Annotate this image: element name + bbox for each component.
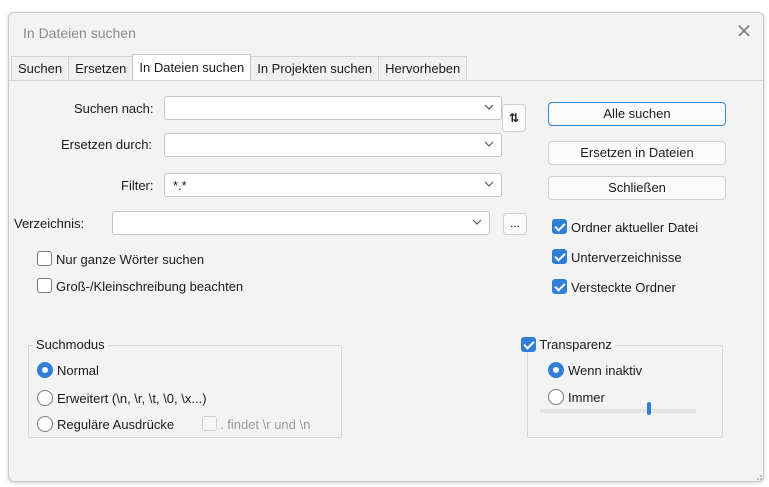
- chevron-down-icon[interactable]: [483, 101, 495, 113]
- tab-divider: [9, 80, 763, 81]
- swap-arrows-icon: ⇅: [508, 111, 520, 125]
- tab-bar: Suchen Ersetzen In Dateien suchen In Pro…: [11, 54, 468, 80]
- radio-when-inactive-label: Wenn inaktiv: [568, 363, 643, 378]
- find-label: Suchen nach:: [74, 101, 154, 116]
- window-title: In Dateien suchen: [23, 25, 136, 41]
- transparency-checkbox[interactable]: [521, 337, 536, 352]
- radio-when-inactive[interactable]: [548, 362, 564, 378]
- filter-combobox[interactable]: *.*: [164, 173, 502, 197]
- radio-normal[interactable]: [37, 362, 53, 378]
- hidden-folders-label: Versteckte Ordner: [571, 280, 676, 295]
- close-button[interactable]: Schließen: [548, 176, 726, 200]
- swap-button[interactable]: ⇅: [502, 104, 526, 132]
- current-folder-label: Ordner aktueller Datei: [571, 220, 699, 235]
- tab-suchen[interactable]: Suchen: [11, 56, 70, 80]
- directory-label: Verzeichnis:: [14, 216, 85, 231]
- transparency-title: Transparenz: [539, 337, 612, 352]
- tab-in-projekten-suchen[interactable]: In Projekten suchen: [250, 56, 380, 80]
- replace-combobox[interactable]: [164, 133, 502, 157]
- find-combobox[interactable]: [164, 96, 502, 120]
- dot-newline-label: . findet \r und \n: [220, 417, 311, 432]
- transparency-slider-track[interactable]: [540, 409, 696, 413]
- resize-grip-icon[interactable]: [755, 473, 763, 481]
- replace-in-files-button[interactable]: Ersetzen in Dateien: [548, 141, 726, 165]
- whole-words-label: Nur ganze Wörter suchen: [56, 252, 205, 267]
- current-folder-checkbox[interactable]: [552, 219, 567, 234]
- tab-hervorheben[interactable]: Hervorheben: [378, 56, 468, 80]
- tab-ersetzen[interactable]: Ersetzen: [68, 56, 134, 80]
- radio-always[interactable]: [548, 389, 564, 405]
- directory-combobox[interactable]: [112, 211, 490, 235]
- radio-extended[interactable]: [37, 390, 53, 406]
- radio-normal-label: Normal: [57, 363, 99, 378]
- match-case-checkbox[interactable]: [37, 278, 52, 293]
- dot-newline-checkbox[interactable]: [202, 416, 217, 431]
- chevron-down-icon[interactable]: [471, 216, 483, 228]
- search-mode-title: Suchmodus: [33, 337, 108, 352]
- tab-in-dateien-suchen[interactable]: In Dateien suchen: [132, 54, 252, 80]
- filter-value: *.*: [173, 178, 187, 193]
- radio-regex[interactable]: [37, 416, 53, 432]
- close-icon[interactable]: ✕: [733, 21, 755, 43]
- transparency-slider-thumb[interactable]: [647, 402, 652, 415]
- find-all-button[interactable]: Alle suchen: [548, 102, 726, 126]
- subfolders-label: Unterverzeichnisse: [571, 250, 682, 265]
- replace-label: Ersetzen durch:: [61, 137, 153, 152]
- radio-regex-label: Reguläre Ausdrücke: [57, 417, 175, 432]
- title-bar: In Dateien suchen ✕: [9, 13, 763, 51]
- transparency-title-wrap: Transparenz: [519, 337, 615, 352]
- filter-label: Filter:: [121, 178, 154, 193]
- subfolders-checkbox[interactable]: [552, 249, 567, 264]
- chevron-down-icon[interactable]: [483, 178, 495, 190]
- whole-words-checkbox[interactable]: [37, 251, 52, 266]
- radio-extended-label: Erweitert (\n, \r, \t, \0, \x...): [57, 391, 207, 406]
- radio-always-label: Immer: [568, 390, 605, 405]
- hidden-folders-checkbox[interactable]: [552, 279, 567, 294]
- match-case-label: Groß-/Kleinschreibung beachten: [56, 279, 244, 294]
- browse-button[interactable]: ...: [503, 213, 527, 235]
- chevron-down-icon[interactable]: [483, 138, 495, 150]
